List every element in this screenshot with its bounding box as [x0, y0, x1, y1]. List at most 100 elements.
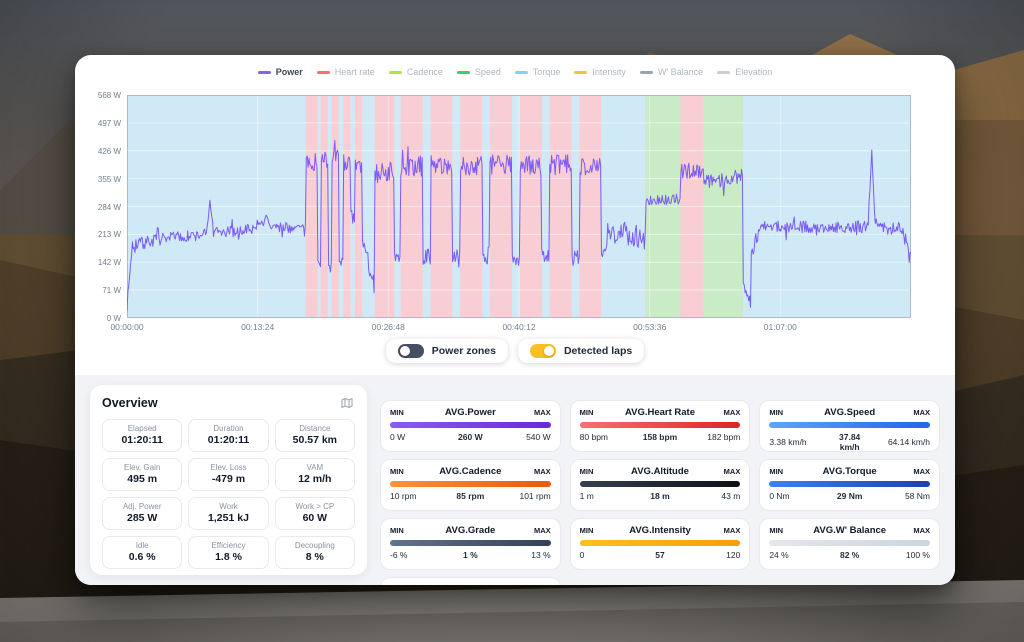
power-zones-toggle[interactable]: Power zones [385, 339, 508, 363]
stat-label: Elapsed [127, 424, 157, 433]
min-label: MIN [390, 467, 404, 476]
power-chart-plot[interactable] [126, 94, 912, 319]
metric-min-value: 0 [579, 550, 585, 560]
metric-title: AVG.Torque [822, 466, 877, 477]
stat-label: Adj. Power [122, 502, 162, 511]
detected-laps-switch[interactable] [529, 344, 556, 358]
metric-max-value: 13 % [531, 550, 551, 560]
overview-stat-tile: Elev. Gain 495 m [102, 458, 183, 491]
min-label: MIN [769, 467, 784, 476]
metric-avg-value: 29 Nm [836, 491, 863, 501]
metric-card: MIN AVG.Altitude MAX 1 m 18 m 43 m [569, 459, 751, 511]
legend-label: Intensity [592, 67, 626, 77]
metric-title: AVG.Intensity [629, 525, 691, 536]
stat-label: Elev. Gain [124, 463, 161, 472]
metric-range-bar [579, 481, 741, 487]
max-label: MAX [533, 467, 551, 476]
metric-title: AVG.Relative Power [420, 584, 521, 585]
legend-marker [388, 70, 402, 74]
max-label: MAX [533, 526, 551, 535]
overview-stat-tile: Elapsed 01:20:11 [102, 419, 183, 452]
stat-value: 01:20:11 [207, 434, 250, 446]
metric-range-bar [390, 540, 551, 546]
toggle-knob [543, 346, 554, 356]
legend-label: Power [275, 67, 303, 77]
stat-label: Idle [135, 541, 149, 550]
overview-stat-tile: Decoupling 8 % [274, 536, 355, 569]
max-label: MAX [913, 526, 930, 535]
overview-title: Overview [102, 396, 158, 410]
metric-max-value: 64.14 km/h [887, 437, 930, 447]
stat-value: 285 W [126, 512, 158, 524]
metrics-grid[interactable]: MIN AVG.Power MAX 0 W 260 W 540 W MIN AV… [380, 400, 940, 585]
map-icon[interactable] [339, 395, 355, 411]
legend-label: W' Balance [657, 67, 704, 77]
stat-label: Distance [299, 424, 331, 433]
legend-item[interactable]: Power [257, 67, 303, 77]
metric-card: MIN AVG.Grade MAX -6 % 1 % 13 % [380, 518, 561, 570]
metric-range-bar [769, 481, 930, 487]
toggle-knob [399, 346, 410, 356]
legend-label: Cadence [406, 67, 443, 77]
legend-item[interactable]: Elevation [717, 67, 772, 77]
stat-label: Decoupling [294, 541, 335, 550]
detected-laps-toggle[interactable]: Detected laps [517, 339, 645, 363]
metric-avg-value: 158 bpm [642, 432, 678, 442]
metric-title: AVG.Heart Rate [624, 407, 696, 418]
overview-stat-tile: Work 1,251 kJ [188, 497, 269, 530]
metric-title: AVG.Speed [824, 407, 876, 418]
metric-card: MIN AVG.W' Balance MAX 24 % 82 % 100 % [759, 518, 940, 570]
stat-label: VAM [306, 463, 324, 472]
chart-legend: Power Heart rate Cadence Speed Torque In… [75, 67, 955, 77]
min-label: MIN [579, 526, 594, 535]
analytics-window: Power Heart rate Cadence Speed Torque In… [75, 55, 955, 585]
legend-marker [514, 70, 528, 74]
y-axis-label: 284 W [97, 202, 121, 212]
min-label: MIN [390, 526, 404, 535]
legend-label: Speed [474, 67, 501, 77]
legend-item[interactable]: Cadence [388, 67, 443, 77]
metric-min-value: 1 m [579, 491, 594, 501]
stat-value: -479 m [211, 473, 246, 485]
stat-value: 01:20:11 [121, 434, 163, 446]
metric-avg-value: 57 [655, 550, 665, 560]
metric-range-bar [769, 540, 930, 546]
metric-avg-value: 1 % [463, 550, 478, 560]
metric-card: MIN AVG.Heart Rate MAX 80 bpm 158 bpm 18… [569, 400, 751, 452]
legend-item[interactable]: Torque [514, 67, 560, 77]
legend-item[interactable]: Intensity [574, 67, 626, 77]
metric-avg-value: 37.84 km/h [839, 432, 861, 452]
overview-panel: Overview Elapsed 01:20:11 Duration 01:20… [90, 385, 367, 575]
max-label: MAX [533, 408, 551, 417]
legend-item[interactable]: W' Balance [639, 67, 704, 77]
power-chart[interactable] [126, 94, 912, 319]
x-axis-label: 00:13:24 [241, 322, 275, 332]
metric-title: AVG.W' Balance [813, 525, 887, 536]
overview-stat-tile: Elev. Loss -479 m [188, 458, 269, 491]
legend-item[interactable]: Heart rate [316, 67, 375, 77]
max-label: MAX [913, 408, 930, 417]
metric-min-value: 0 W [390, 432, 406, 442]
legend-item[interactable]: Speed [456, 67, 501, 77]
metric-title: AVG.Cadence [439, 466, 502, 477]
overview-stat-tile: Efficiency 1.8 % [188, 536, 269, 569]
legend-label: Heart rate [334, 67, 375, 77]
overview-stat-tile: Work > CP 60 W [274, 497, 355, 530]
metric-min-value: 3.38 km/h [769, 437, 807, 447]
min-label: MIN [390, 408, 404, 417]
stat-value: 60 W [302, 512, 328, 524]
metric-card: MIN AVG.Cadence MAX 10 rpm 85 rpm 101 rp… [380, 459, 561, 511]
detected-laps-label: Detected laps [563, 345, 633, 357]
legend-marker [316, 70, 330, 74]
metric-avg-value: 260 W [458, 432, 483, 442]
y-axis-label: 213 W [97, 230, 121, 240]
metric-card: MIN AVG.Torque MAX 0 Nm 29 Nm 58 Nm [759, 459, 940, 511]
y-axis-label: 497 W [97, 118, 121, 128]
min-label: MIN [579, 408, 594, 417]
power-zones-switch[interactable] [397, 344, 424, 358]
stat-value: 0.6 % [128, 551, 156, 563]
y-axis-label: 142 W [97, 258, 121, 268]
max-label: MAX [723, 526, 741, 535]
max-label: MAX [723, 408, 741, 417]
metric-card: MIN AVG.Relative Power MAX [380, 577, 561, 585]
